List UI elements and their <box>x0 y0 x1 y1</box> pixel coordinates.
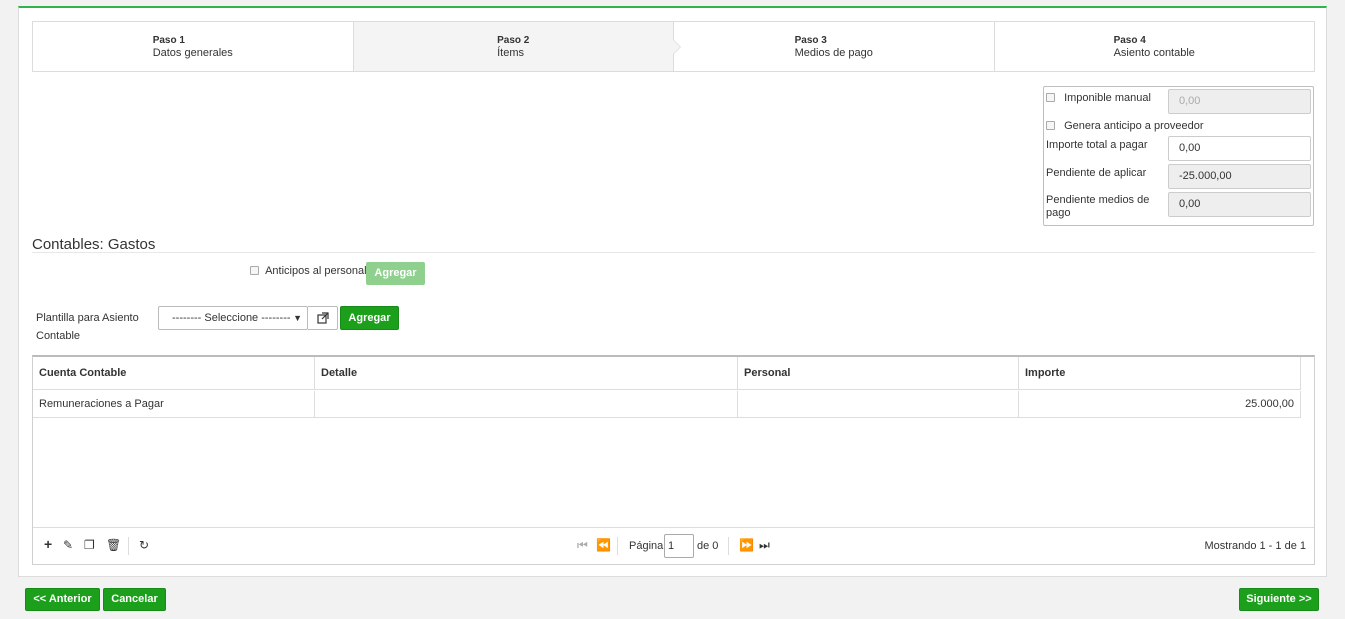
toolbar-separator <box>617 537 618 555</box>
anticipos-row: Anticipos al personal <box>250 265 367 277</box>
page-of-label: de 0 <box>697 540 719 552</box>
step-number: Paso 4 <box>1113 34 1146 46</box>
totals-panel: Imponible manual 0,00 Genera anticipo a … <box>1043 86 1314 226</box>
imponible-manual-checkbox[interactable] <box>1046 93 1055 102</box>
importe-total-input[interactable]: 0,00 <box>1168 136 1311 161</box>
table-row[interactable]: Remuneraciones a Pagar 25.000,00 <box>33 391 1301 418</box>
col-header-personal[interactable]: Personal <box>738 357 1019 389</box>
imponible-manual-row: Imponible manual <box>1046 92 1151 104</box>
step-number: Paso 1 <box>152 34 185 46</box>
page-label: Página <box>629 540 664 552</box>
pendiente-medios-field: 0,00 <box>1168 192 1311 217</box>
trash-icon[interactable]: 🗑 <box>106 538 121 552</box>
cell-personal <box>738 391 1019 417</box>
pendiente-aplicar-field: -25.000,00 <box>1168 164 1311 189</box>
divider <box>32 252 1315 253</box>
page-input[interactable]: 1 <box>664 534 694 558</box>
genera-anticipo-row: Genera anticipo a proveedor <box>1046 120 1204 132</box>
toolbar-separator <box>728 537 729 555</box>
cell-importe: 25.000,00 <box>1019 391 1301 417</box>
col-header-cuenta[interactable]: Cuenta Contable <box>33 357 315 389</box>
agregar-anticipo-button[interactable]: Agregar <box>366 262 425 285</box>
plantilla-select-value: -------- Seleccione -------- <box>172 312 291 324</box>
section-title: Contables: Gastos <box>32 236 156 253</box>
copy-icon[interactable]: ❐ <box>84 538 95 552</box>
toolbar-separator <box>128 537 129 555</box>
step-label: Asiento contable <box>1113 46 1195 59</box>
step-label: Ítems <box>497 46 525 59</box>
step-number: Paso 3 <box>794 34 827 46</box>
external-link-icon <box>317 312 329 324</box>
genera-anticipo-label: Genera anticipo a proveedor <box>1064 120 1204 132</box>
form-card: Paso 1 Datos generales Paso 2 Ítems Paso 3… <box>18 6 1327 577</box>
next-page-icon[interactable]: ⏩ <box>739 538 754 552</box>
imponible-manual-input[interactable]: 0,00 <box>1168 89 1311 114</box>
refresh-icon[interactable]: ↻ <box>139 538 149 552</box>
prev-page-icon[interactable]: ⏪ <box>596 538 611 552</box>
wizard-step-2[interactable]: Paso 2 Ítems <box>353 22 681 71</box>
agregar-plantilla-button[interactable]: Agregar <box>340 306 399 330</box>
col-header-importe[interactable]: Importe <box>1019 357 1301 389</box>
edit-icon[interactable]: ✎ <box>63 538 73 552</box>
wizard-step-4[interactable]: Paso 4 Asiento contable <box>995 22 1315 71</box>
cell-detalle <box>315 391 738 417</box>
wizard-step-3[interactable]: Paso 3 Medios de pago <box>674 22 995 71</box>
imponible-manual-label: Imponible manual <box>1064 92 1151 104</box>
pendiente-aplicar-label: Pendiente de aplicar <box>1046 167 1147 179</box>
add-icon[interactable]: + <box>44 536 52 552</box>
grid-header: Cuenta Contable Detalle Personal Importe <box>33 357 1301 390</box>
anticipos-label: Anticipos al personal <box>265 265 367 277</box>
grid-toolbar: + ✎ ❐ 🗑 ↻ ⏮ ⏪ Página 1 de 0 ⏩ ⏭ Mostrand… <box>33 527 1314 564</box>
genera-anticipo-checkbox[interactable] <box>1046 121 1055 130</box>
cell-cuenta: Remuneraciones a Pagar <box>33 391 315 417</box>
pendiente-medios-label: Pendiente medios de pago <box>1046 194 1150 219</box>
wizard-steps: Paso 1 Datos generales Paso 2 Ítems Paso 3… <box>32 21 1315 72</box>
last-page-icon[interactable]: ⏭ <box>759 538 770 553</box>
first-page-icon[interactable]: ⏮ <box>577 538 588 553</box>
anticipos-checkbox[interactable] <box>250 266 259 275</box>
col-header-detalle[interactable]: Detalle <box>315 357 738 389</box>
cancel-button[interactable]: Cancelar <box>103 588 166 611</box>
step-label: Medios de pago <box>794 46 873 59</box>
importe-total-label: Importe total a pagar <box>1046 139 1148 151</box>
grid-record-count: Mostrando 1 - 1 de 1 <box>1204 540 1306 552</box>
step-number: Paso 2 <box>497 34 530 46</box>
previous-button[interactable]: << Anterior <box>25 588 100 611</box>
plantilla-label: Plantilla para Asiento Contable <box>36 312 139 342</box>
open-external-button[interactable] <box>308 306 338 330</box>
step-label: Datos generales <box>152 46 233 59</box>
plantilla-select[interactable]: -------- Seleccione -------- ▼ <box>158 306 308 330</box>
next-button[interactable]: Siguiente >> <box>1239 588 1319 611</box>
accounts-grid: Cuenta Contable Detalle Personal Importe… <box>32 355 1315 565</box>
chevron-down-icon: ▼ <box>293 313 302 323</box>
wizard-step-1[interactable]: Paso 1 Datos generales <box>33 22 354 71</box>
